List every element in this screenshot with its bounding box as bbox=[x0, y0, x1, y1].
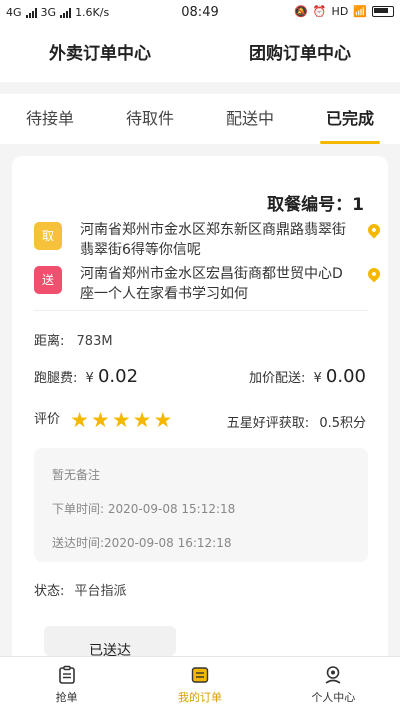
send-address-row: 送 河南省郑州市金水区宏昌街商都世贸中心D座一个人在家看书学习如何 bbox=[34, 264, 383, 306]
order-note: 暂无备注 bbox=[52, 468, 101, 482]
fee-currency: ¥ bbox=[85, 371, 94, 386]
delivered-button-label: 已送达 bbox=[89, 643, 131, 656]
extra-fee-value: 0.00 bbox=[325, 366, 366, 387]
pickup-address-row: 取 河南省郑州市金水区郑东新区商鼎路翡翠街翡翠街6得等你信呢 bbox=[34, 220, 383, 262]
star-icon: ★ bbox=[132, 407, 152, 432]
distance-row: 距离: 783M bbox=[34, 330, 113, 349]
tab-pending-accept[interactable]: 待接单 bbox=[0, 94, 100, 144]
reward-row: 五星好评获取: 0.5积分 bbox=[227, 412, 366, 431]
star-icon: ★ bbox=[111, 407, 131, 432]
order-info-box: 暂无备注 下单时间: 2020-09-08 15:12:18 送达时间:2020… bbox=[34, 448, 368, 562]
wifi-icon: 📶 bbox=[353, 5, 367, 18]
tab-delivering[interactable]: 配送中 bbox=[200, 94, 300, 144]
distance-label: 距离: bbox=[34, 334, 65, 349]
reward-label: 五星好评获取: bbox=[226, 416, 310, 431]
profile-icon bbox=[325, 666, 341, 684]
rating-row: 评价 ★ ★ ★ ★ ★ bbox=[34, 408, 172, 430]
status-label: 状态: bbox=[34, 584, 65, 599]
send-badge: 送 bbox=[34, 266, 62, 294]
tab-pending-pickup[interactable]: 待取件 bbox=[100, 94, 200, 144]
reward-value: 0.5积分 bbox=[319, 416, 366, 431]
hd-label: HD bbox=[331, 5, 349, 18]
nav-my-orders-label: 我的订单 bbox=[177, 691, 222, 704]
pickup-number: 取餐编号：1 bbox=[267, 195, 364, 215]
fee-value: 0.02 bbox=[97, 366, 139, 387]
divider bbox=[34, 310, 368, 311]
star-icon: ★ bbox=[153, 407, 173, 432]
battery-icon bbox=[372, 6, 394, 17]
pickup-address: 河南省郑州市金水区郑东新区商鼎路翡翠街翡翠街6得等你信呢 bbox=[80, 222, 346, 258]
star-icon: ★ bbox=[70, 407, 89, 432]
tab-takeout-orders[interactable]: 外卖订单中心 bbox=[0, 26, 200, 82]
order-center-tabs: 外卖订单中心 团购订单中心 bbox=[0, 26, 400, 82]
nav-grab-order[interactable]: 抢单 bbox=[0, 657, 133, 711]
send-address: 河南省郑州市金水区宏昌街商都世贸中心D座一个人在家看书学习如何 bbox=[80, 266, 343, 302]
status-value: 平台指派 bbox=[74, 584, 127, 599]
order-card[interactable]: 取餐编号：1 取 河南省郑州市金水区郑东新区商鼎路翡翠街翡翠街6得等你信呢 送 … bbox=[12, 156, 388, 676]
tab-group-buy-orders[interactable]: 团购订单中心 bbox=[200, 26, 400, 82]
delivered-time: 送达时间:2020-09-08 16:12:18 bbox=[52, 536, 232, 550]
section-separator bbox=[0, 82, 400, 94]
nav-grab-order-label: 抢单 bbox=[55, 691, 78, 704]
distance-value: 783M bbox=[76, 334, 113, 349]
delivered-button[interactable]: 已送达 bbox=[44, 626, 176, 656]
grab-order-icon bbox=[58, 665, 75, 684]
nav-profile-label: 个人中心 bbox=[311, 691, 356, 704]
my-orders-icon bbox=[191, 667, 209, 683]
extra-fee-label: 加价配送: bbox=[248, 371, 306, 386]
nav-my-orders[interactable]: 我的订单 bbox=[133, 657, 266, 711]
alarm-icon: ⏰ bbox=[312, 5, 327, 18]
order-status-tabs: 待接单 待取件 配送中 已完成 bbox=[0, 94, 400, 144]
status-row: 状态: 平台指派 bbox=[34, 580, 127, 599]
mute-icon: 🔕 bbox=[294, 5, 308, 18]
bottom-nav: 抢单 我的订单 个人中心 bbox=[0, 656, 400, 711]
star-icon: ★ bbox=[90, 407, 110, 432]
nav-profile[interactable]: 个人中心 bbox=[267, 657, 400, 711]
status-right: 🔕 ⏰ HD 📶 bbox=[294, 5, 394, 18]
location-pin-icon[interactable] bbox=[365, 265, 383, 283]
fee-row: 跑腿费: ¥ 0.02 bbox=[34, 366, 138, 387]
extra-fee-row: 加价配送: ¥ 0.00 bbox=[249, 366, 366, 387]
fee-label: 跑腿费: bbox=[34, 371, 78, 386]
order-time: 下单时间: 2020-09-08 15:12:18 bbox=[52, 502, 236, 516]
status-bar: 4G 3G 1.6K/s 08:49 🔕 ⏰ HD 📶 bbox=[0, 0, 400, 26]
pickup-badge: 取 bbox=[34, 222, 62, 250]
extra-fee-currency: ¥ bbox=[313, 371, 322, 386]
tab-completed[interactable]: 已完成 bbox=[300, 94, 400, 144]
rating-label: 评价 bbox=[34, 412, 61, 427]
rating-stars: ★ ★ ★ ★ ★ bbox=[70, 407, 173, 432]
location-pin-icon[interactable] bbox=[365, 221, 383, 239]
